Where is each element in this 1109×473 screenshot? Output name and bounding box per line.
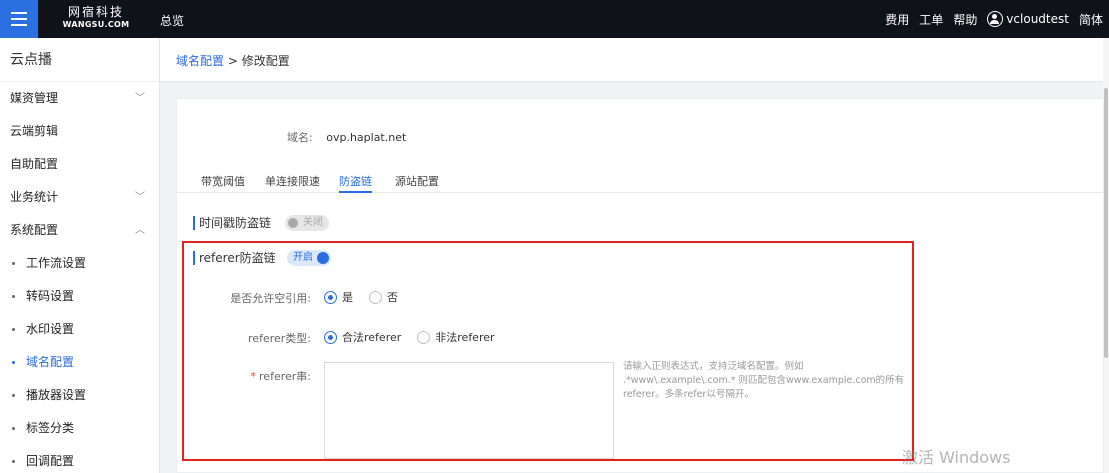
logo[interactable]: 网宿科技 WANGSU.COM [56,5,136,33]
breadcrumb-link-domain[interactable]: 域名配置 [176,54,224,68]
tab-speed-limit[interactable]: 单连接限速 [265,173,320,193]
domain-row: 域名: ovp.haplat.net [287,129,406,145]
chevron-up-icon: ︿ [135,225,145,236]
tab-origin[interactable]: 源站配置 [395,173,439,193]
sidebar-sub-transcode[interactable]: 转码设置 [0,280,159,313]
sidebar-item-label: 媒资管理 [10,91,59,105]
logo-en: WANGSU.COM [62,20,130,29]
tab-bandwidth[interactable]: 带宽阈值 [201,173,245,193]
sidebar-title: 云点播 [0,38,159,82]
nav-tickets[interactable]: 工单 [919,11,943,28]
nav-overview[interactable]: 总览 [160,12,184,29]
chevron-down-icon: ﹀ [135,192,145,203]
timestamp-section-title: 时间戳防盗链 [193,215,271,231]
config-tabs: 带宽阈值 单连接限速 防盗链 源站配置 [177,165,1103,193]
sidebar-sub-player[interactable]: 播放器设置 [0,379,159,412]
user-menu[interactable]: vcloudtest [987,11,1069,27]
sidebar-item-label: 自助配置 [10,157,59,171]
nav-help[interactable]: 帮助 [953,11,977,28]
sidebar-sub-domain[interactable]: 域名配置 [0,346,159,379]
breadcrumb: 域名配置 > 修改配置 [176,52,290,69]
nav-billing[interactable]: 费用 [885,11,909,28]
user-icon [987,11,1004,27]
breadcrumb-separator: > [227,54,238,68]
menu-icon[interactable] [0,0,38,38]
sidebar: 云点播 媒资管理 ﹀ 云端剪辑 自助配置 业务统计 ﹀ 系统配置 ︿ 工作流设置… [0,38,160,473]
sidebar-item-label: 云端剪辑 [10,124,59,138]
sidebar-item-cloud-edit[interactable]: 云端剪辑 [0,115,159,148]
sidebar-sub-watermark[interactable]: 水印设置 [0,313,159,346]
sidebar-item-media[interactable]: 媒资管理 ﹀ [0,82,159,115]
windows-activation-watermark: 激活 Windows [902,448,1011,467]
domain-value: ovp.haplat.net [326,131,407,144]
highlight-box [182,241,914,461]
logo-cn: 网宿科技 [67,5,124,19]
top-right-menu: 费用 工单 帮助 vcloudtest 简体 [885,0,1103,38]
timestamp-toggle[interactable]: 关闭 [285,215,329,231]
sidebar-sub-workflow[interactable]: 工作流设置 [0,247,159,280]
sidebar-item-system-config[interactable]: 系统配置 ︿ [0,214,159,247]
domain-label: 域名: [287,131,313,144]
breadcrumb-current: 修改配置 [241,54,290,68]
chevron-down-icon: ﹀ [135,93,145,104]
tab-hotlink[interactable]: 防盗链 [339,173,372,193]
sidebar-item-label: 业务统计 [10,190,59,204]
username: vcloudtest [1006,12,1069,26]
sidebar-sub-tags[interactable]: 标签分类 [0,412,159,445]
top-bar: 网宿科技 WANGSU.COM 总览 费用 工单 帮助 vcloudtest 简… [0,0,1109,38]
sidebar-item-label: 系统配置 [10,223,59,237]
sidebar-item-statistics[interactable]: 业务统计 ﹀ [0,181,159,214]
sidebar-sub-callback[interactable]: 回调配置 [0,445,159,473]
content-header: 域名配置 > 修改配置 [160,38,1109,82]
sidebar-item-self-config[interactable]: 自助配置 [0,148,159,181]
language-switch[interactable]: 简体 [1079,11,1103,28]
scrollbar-thumb[interactable] [1104,88,1108,358]
